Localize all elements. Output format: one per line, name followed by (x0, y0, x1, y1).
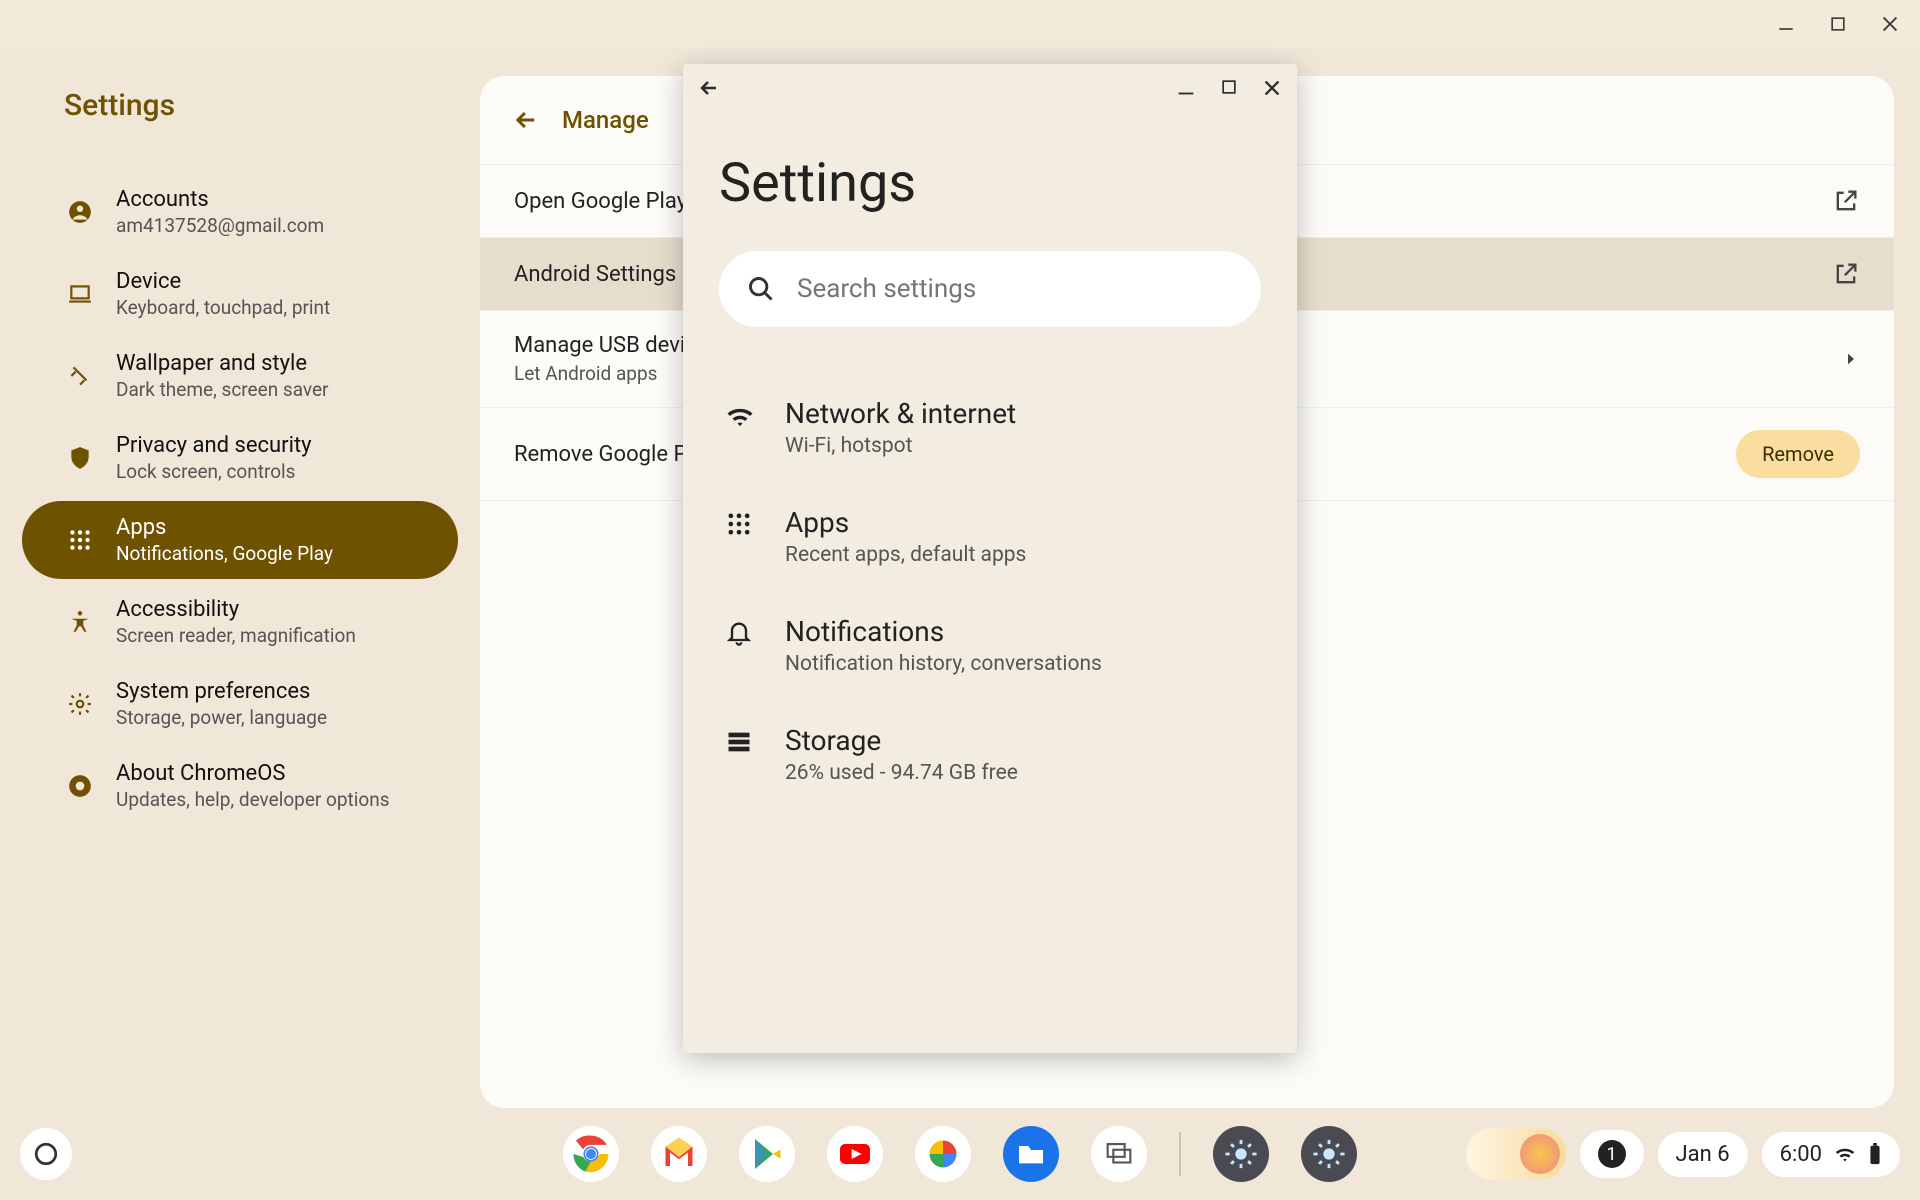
sidebar-item-accounts[interactable]: Accounts am4137528@gmail.com (22, 173, 458, 251)
shelf-status-tray[interactable]: 6:00 (1762, 1132, 1900, 1177)
account-icon (66, 198, 94, 226)
shelf-app-files[interactable] (1003, 1126, 1059, 1182)
maximize-icon[interactable] (1826, 12, 1850, 36)
shelf-app-settings[interactable] (1301, 1126, 1357, 1182)
android-titlebar (683, 64, 1297, 112)
nav-label: Device (116, 269, 330, 294)
wifi-status-icon (1834, 1143, 1856, 1165)
android-close-icon[interactable] (1261, 77, 1283, 99)
style-icon (66, 362, 94, 390)
shelf-app-android-settings[interactable] (1213, 1126, 1269, 1182)
nav-sub: Dark theme, screen saver (116, 378, 329, 401)
alist-label: Storage (785, 724, 1018, 757)
battery-icon (1868, 1143, 1882, 1165)
alist-label: Notifications (785, 615, 1102, 648)
android-back-icon[interactable] (697, 76, 721, 100)
alist-sub: Wi-Fi, hotspot (785, 434, 1016, 458)
minimize-icon[interactable] (1774, 12, 1798, 36)
shelf-status-area: 1 Jan 6 6:00 (1466, 1128, 1901, 1180)
sidebar-item-about[interactable]: About ChromeOS Updates, help, developer … (22, 747, 458, 825)
nav-label: System preferences (116, 679, 327, 704)
sidebar-item-system[interactable]: System preferences Storage, power, langu… (22, 665, 458, 743)
android-settings-window: Settings Network & internet Wi-Fi, hotsp… (683, 64, 1297, 1053)
alist-label: Apps (785, 506, 1026, 539)
sidebar-item-device[interactable]: Device Keyboard, touchpad, print (22, 255, 458, 333)
shelf-app-gmail[interactable] (651, 1126, 707, 1182)
settings-sidebar: Settings Accounts am4137528@gmail.com De… (0, 48, 480, 1108)
laptop-icon (66, 280, 94, 308)
shelf-apps (563, 1126, 1357, 1182)
android-body: Settings Network & internet Wi-Fi, hotsp… (683, 112, 1297, 1053)
holding-space[interactable] (1466, 1128, 1566, 1180)
android-minimize-icon[interactable] (1175, 77, 1197, 99)
sidebar-item-wallpaper[interactable]: Wallpaper and style Dark theme, screen s… (22, 337, 458, 415)
alist-sub: Recent apps, default apps (785, 543, 1026, 567)
nav-sub: Lock screen, controls (116, 460, 312, 483)
nav-sub: Storage, power, language (116, 706, 327, 729)
sidebar-item-apps[interactable]: Apps Notifications, Google Play (22, 501, 458, 579)
sidebar-item-accessibility[interactable]: Accessibility Screen reader, magnificati… (22, 583, 458, 661)
alist-sub: 26% used - 94.74 GB free (785, 761, 1018, 785)
launcher-button[interactable] (20, 1128, 72, 1180)
nav-label: Wallpaper and style (116, 351, 329, 376)
nav-sub: Updates, help, developer options (116, 788, 390, 811)
notification-count[interactable]: 1 (1580, 1130, 1644, 1178)
alist-label: Network & internet (785, 397, 1016, 430)
bell-icon (725, 619, 757, 651)
nav-label: Accessibility (116, 597, 356, 622)
shelf: 1 Jan 6 6:00 (0, 1108, 1920, 1200)
apps-grid-icon (725, 510, 757, 542)
nav-label: Apps (116, 515, 333, 540)
nav-sub: Keyboard, touchpad, print (116, 296, 330, 319)
nav-sub: Notifications, Google Play (116, 542, 333, 565)
nav-sub: am4137528@gmail.com (116, 214, 324, 237)
content-title: Manage (562, 106, 649, 134)
accessibility-icon (66, 608, 94, 636)
back-arrow-icon[interactable] (512, 106, 540, 134)
wallpaper-preview-icon (1520, 1134, 1560, 1174)
search-icon (747, 275, 775, 303)
android-maximize-icon[interactable] (1219, 77, 1239, 99)
shelf-app-play[interactable] (739, 1126, 795, 1182)
sidebar-title: Settings (0, 88, 480, 123)
shelf-time: 6:00 (1780, 1142, 1822, 1167)
apps-icon (66, 526, 94, 554)
notification-badge: 1 (1598, 1140, 1626, 1168)
shelf-app-photos[interactable] (915, 1126, 971, 1182)
storage-icon (725, 728, 757, 760)
android-search[interactable] (719, 251, 1261, 327)
nav-sub: Screen reader, magnification (116, 624, 356, 647)
shelf-app-youtube[interactable] (827, 1126, 883, 1182)
window-titlebar (0, 0, 1920, 48)
chrome-icon (66, 772, 94, 800)
android-page-title: Settings (719, 152, 1261, 215)
shelf-date[interactable]: Jan 6 (1658, 1132, 1748, 1177)
shelf-app-chrome[interactable] (563, 1126, 619, 1182)
remove-button[interactable]: Remove (1736, 430, 1860, 478)
android-search-input[interactable] (797, 274, 1233, 304)
android-item-storage[interactable]: Storage 26% used - 94.74 GB free (719, 700, 1261, 809)
wifi-icon (725, 401, 757, 433)
shield-icon (66, 444, 94, 472)
chevron-right-icon (1842, 350, 1860, 368)
row-label: Android Settings (514, 262, 676, 287)
android-item-apps[interactable]: Apps Recent apps, default apps (719, 482, 1261, 591)
close-icon[interactable] (1878, 12, 1902, 36)
nav-label: About ChromeOS (116, 761, 390, 786)
external-link-icon (1832, 260, 1860, 288)
gear-icon (66, 690, 94, 718)
android-item-network[interactable]: Network & internet Wi-Fi, hotspot (719, 373, 1261, 482)
nav-label: Privacy and security (116, 433, 312, 458)
nav-label: Accounts (116, 187, 324, 212)
shelf-divider (1179, 1132, 1181, 1176)
sidebar-item-privacy[interactable]: Privacy and security Lock screen, contro… (22, 419, 458, 497)
shelf-app-overview[interactable] (1091, 1126, 1147, 1182)
alist-sub: Notification history, conversations (785, 652, 1102, 676)
external-link-icon (1832, 187, 1860, 215)
android-item-notifications[interactable]: Notifications Notification history, conv… (719, 591, 1261, 700)
row-label: Open Google Play (514, 189, 687, 214)
